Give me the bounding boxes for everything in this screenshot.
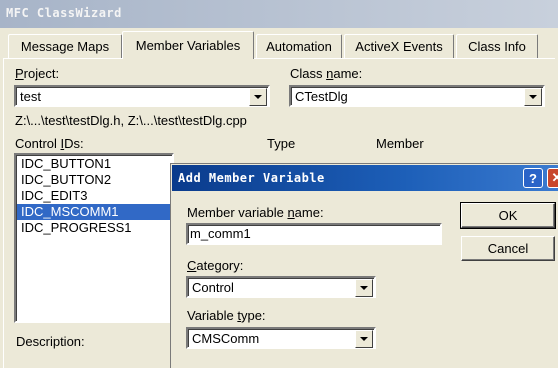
cancel-button[interactable]: Cancel: [461, 236, 555, 261]
project-label: Project:: [15, 66, 60, 81]
file-path: Z:\...\test\testDlg.h, Z:\...\test\testD…: [15, 113, 247, 128]
member-name-input[interactable]: [190, 226, 430, 241]
close-glyph: ✕: [552, 170, 558, 186]
list-item[interactable]: IDC_BUTTON1: [19, 156, 113, 172]
list-item[interactable]: IDC_EDIT3: [19, 188, 89, 204]
help-icon[interactable]: ?: [523, 168, 543, 188]
member-name-label: Member variable name:: [187, 205, 324, 220]
tab-class-info[interactable]: Class Info: [456, 34, 538, 58]
chevron-down-icon[interactable]: [524, 88, 542, 106]
tab-label: Class Info: [468, 39, 526, 54]
tab-message-maps[interactable]: Message Maps: [8, 34, 122, 58]
help-glyph: ?: [529, 170, 537, 186]
chevron-down-icon[interactable]: [355, 279, 373, 297]
category-label: Category:: [187, 258, 244, 273]
tab-label: Member Variables: [135, 38, 241, 53]
chevron-down-icon[interactable]: [355, 330, 373, 348]
tab-label: ActiveX Events: [355, 39, 443, 54]
list-item-selected[interactable]: IDC_MSCOMM1: [17, 204, 175, 220]
project-value: test: [20, 89, 41, 104]
class-name-value: CTestDlg: [295, 89, 348, 104]
control-ids-label: Control IDs:: [15, 136, 84, 151]
class-name-combo[interactable]: CTestDlg: [289, 85, 545, 107]
tab-label: Message Maps: [20, 39, 110, 54]
control-ids-list[interactable]: IDC_BUTTON1 IDC_BUTTON2 IDC_EDIT3 IDC_MS…: [14, 153, 175, 323]
project-combo[interactable]: test: [14, 85, 270, 107]
dialog-title-bar[interactable]: Add Member Variable: [172, 165, 558, 191]
description-label: Description:: [16, 334, 85, 349]
dialog-title: Add Member Variable: [178, 171, 325, 185]
cancel-label: Cancel: [487, 241, 529, 256]
variable-type-label: Variable type:: [187, 308, 266, 323]
tab-member-variables[interactable]: Member Variables: [122, 31, 254, 59]
list-item[interactable]: IDC_BUTTON2: [19, 172, 113, 188]
main-title-bar[interactable]: MFC ClassWizard: [0, 0, 558, 28]
tab-label: Automation: [266, 39, 332, 54]
close-icon[interactable]: ✕: [547, 168, 558, 188]
member-column-header: Member: [376, 136, 424, 151]
window-title: MFC ClassWizard: [6, 6, 122, 20]
type-column-header: Type: [267, 136, 296, 151]
category-combo[interactable]: Control: [186, 276, 376, 298]
ok-button[interactable]: OK: [460, 202, 556, 229]
class-name-label: Class name:: [290, 66, 363, 81]
ok-label: OK: [498, 208, 518, 223]
chevron-down-icon[interactable]: [249, 88, 267, 106]
list-item[interactable]: IDC_PROGRESS1: [19, 220, 134, 236]
category-value: Control: [192, 280, 234, 295]
member-name-field[interactable]: [186, 223, 442, 245]
tab-automation[interactable]: Automation: [256, 34, 342, 58]
variable-type-combo[interactable]: CMSComm: [186, 327, 376, 349]
tab-activex-events[interactable]: ActiveX Events: [344, 34, 454, 58]
variable-type-value: CMSComm: [192, 331, 260, 346]
